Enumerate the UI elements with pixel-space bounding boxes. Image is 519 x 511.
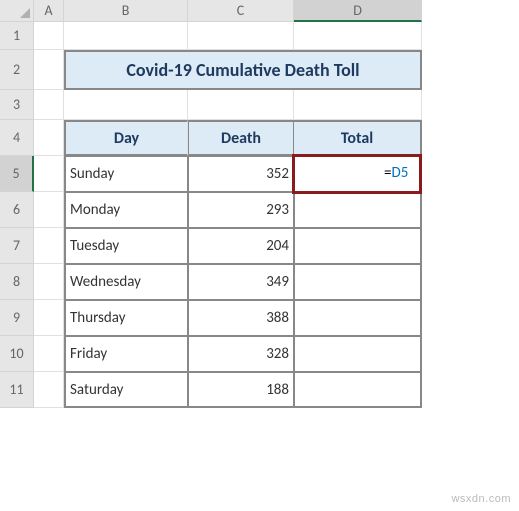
row-header-5[interactable]: 5 [0, 156, 34, 192]
cell-C1[interactable] [188, 22, 294, 50]
cell-C3[interactable] [188, 90, 294, 120]
cell-day-5[interactable]: Sunday [64, 156, 188, 192]
cell-day-7[interactable]: Tuesday [64, 228, 188, 264]
watermark: wsxdn.com [451, 493, 511, 505]
cell-A2[interactable] [34, 50, 64, 90]
cell-death-5[interactable]: 352 [188, 156, 294, 192]
row-header-7[interactable]: 7 [0, 228, 34, 264]
cell-death-6[interactable]: 293 [188, 192, 294, 228]
select-all-corner[interactable] [0, 0, 34, 22]
title-cell[interactable]: Covid-19 Cumulative Death Toll [64, 50, 422, 90]
cell-A11[interactable] [34, 372, 64, 408]
cell-A3[interactable] [34, 90, 64, 120]
cell-death-8[interactable]: 349 [188, 264, 294, 300]
table-header-day[interactable]: Day [64, 120, 188, 156]
cell-D3[interactable] [294, 90, 422, 120]
cell-total-7[interactable] [294, 228, 422, 264]
cell-total-9[interactable] [294, 300, 422, 336]
row-header-9[interactable]: 9 [0, 300, 34, 336]
cell-day-9[interactable]: Thursday [64, 300, 188, 336]
cell-day-11[interactable]: Saturday [64, 372, 188, 408]
row-header-6[interactable]: 6 [0, 192, 34, 228]
cell-death-7[interactable]: 204 [188, 228, 294, 264]
col-header-D[interactable]: D [294, 0, 422, 22]
cell-B3[interactable] [64, 90, 188, 120]
table-header-total[interactable]: Total [294, 120, 422, 156]
row-header-8[interactable]: 8 [0, 264, 34, 300]
cell-A10[interactable] [34, 336, 64, 372]
col-header-C[interactable]: C [188, 0, 294, 22]
cell-A5[interactable] [34, 156, 64, 192]
cell-A9[interactable] [34, 300, 64, 336]
row-header-4[interactable]: 4 [0, 120, 34, 156]
cell-total-6[interactable] [294, 192, 422, 228]
row-header-11[interactable]: 11 [0, 372, 34, 408]
row-header-10[interactable]: 10 [0, 336, 34, 372]
cell-A6[interactable] [34, 192, 64, 228]
active-cell-formula: =D5 [384, 164, 408, 182]
cell-day-6[interactable]: Monday [64, 192, 188, 228]
cell-death-9[interactable]: 388 [188, 300, 294, 336]
cell-day-10[interactable]: Friday [64, 336, 188, 372]
row-header-2[interactable]: 2 [0, 50, 34, 90]
cell-B1[interactable] [64, 22, 188, 50]
cell-D1[interactable] [294, 22, 422, 50]
cell-A1[interactable] [34, 22, 64, 50]
cell-day-8[interactable]: Wednesday [64, 264, 188, 300]
formula-ref: D5 [391, 164, 408, 182]
row-header-3[interactable]: 3 [0, 90, 34, 120]
cell-A8[interactable] [34, 264, 64, 300]
spreadsheet-grid[interactable]: A B C D 1 2 Covid-19 Cumulative Death To… [0, 0, 519, 408]
cell-total-8[interactable] [294, 264, 422, 300]
cell-A4[interactable] [34, 120, 64, 156]
cell-A7[interactable] [34, 228, 64, 264]
row-header-1[interactable]: 1 [0, 22, 34, 50]
cell-death-11[interactable]: 188 [188, 372, 294, 408]
col-header-B[interactable]: B [64, 0, 188, 22]
cell-total-10[interactable] [294, 336, 422, 372]
col-header-A[interactable]: A [34, 0, 64, 22]
cell-death-10[interactable]: 328 [188, 336, 294, 372]
table-header-death[interactable]: Death [188, 120, 294, 156]
cell-total-11[interactable] [294, 372, 422, 408]
